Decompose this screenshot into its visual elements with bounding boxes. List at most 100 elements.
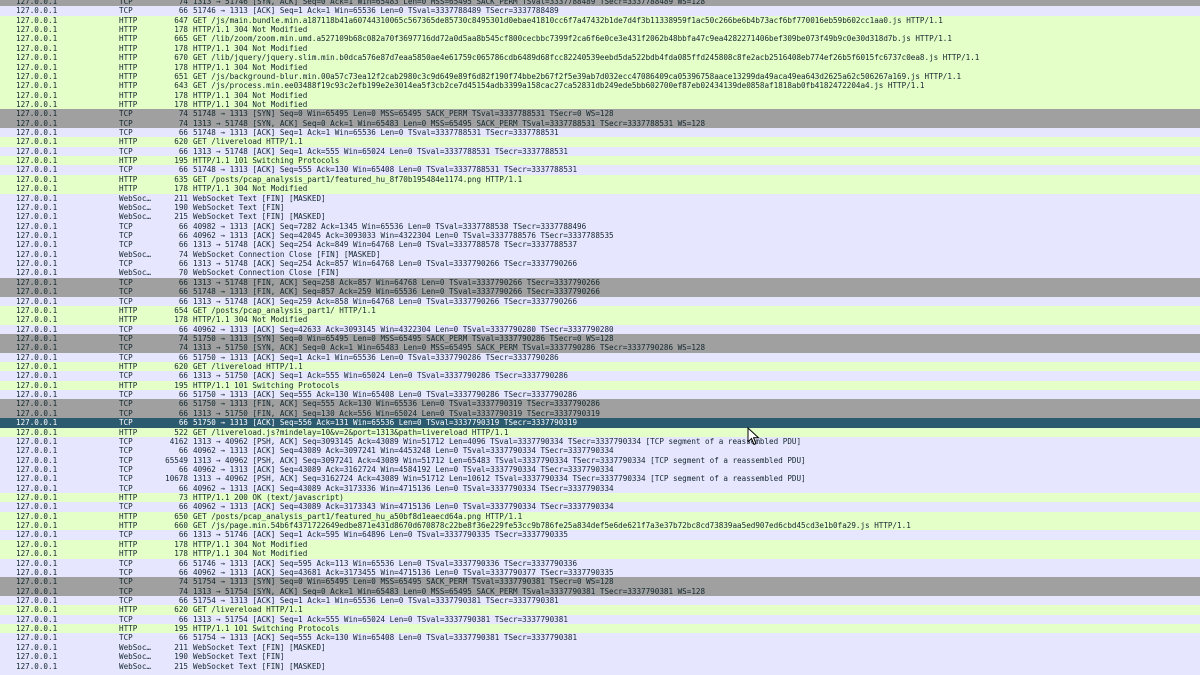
packet-row[interactable]: 127.0.0.1 TCP 74 51754 → 1313 [SYN] Seq=0 W… xyxy=(0,577,1200,587)
packet-row[interactable]: 127.0.0.1 HTTP 73 HTTP/1.1 200 OK (text/jav… xyxy=(0,493,1200,503)
packet-row[interactable]: 127.0.0.1 HTTP 178 HTTP/1.1 304 Not Modifie… xyxy=(0,90,1200,100)
packet-row[interactable]: 127.0.0.1 TCP 66 1313 → 51748 [ACK] Seq=254… xyxy=(0,259,1200,269)
packet-row[interactable]: 127.0.0.1 TCP 66 40962 → 1313 [ACK] Seq=430… xyxy=(0,464,1200,475)
packet-destination: 127.0.0.1 xyxy=(16,661,58,671)
mouse-pointer-icon xyxy=(747,427,760,446)
packet-row[interactable]: 127.0.0.1 TCP 66 1313 → 51750 [FIN, ACK] Se… xyxy=(0,408,1200,419)
packet-row[interactable]: 127.0.0.1 TCP 66 40962 → 1313 [ACK] Seq=426… xyxy=(0,324,1200,334)
packet-row[interactable]: 127.0.0.1 TCP 66 1313 → 51746 [ACK] Seq=1 A… xyxy=(0,530,1200,540)
packet-length: 178 xyxy=(174,315,188,325)
packet-row[interactable]: 127.0.0.1 TCP 66 40962 → 1313 [ACK] Seq=420… xyxy=(0,230,1200,241)
packet-row[interactable]: 127.0.0.1 HTTP 522 GET /livereload.js?minde… xyxy=(0,427,1200,437)
packet-row[interactable]: 127.0.0.1 TCP 74 51750 → 1313 [SYN] Seq=0 W… xyxy=(0,333,1200,344)
packet-row[interactable]: 127.0.0.1 HTTP 654 GET /posts/pcap_analysis… xyxy=(0,305,1200,316)
packet-row[interactable]: 127.0.0.1 HTTP 178 HTTP/1.1 304 Not Modifie… xyxy=(0,25,1200,35)
packet-protocol: HTTP xyxy=(119,493,138,503)
packet-row[interactable]: 127.0.0.1 TCP 66 40982 → 1313 [ACK] Seq=728… xyxy=(0,221,1200,231)
packet-row[interactable]: 127.0.0.1 TCP 10678 1313 → 40962 [PSH, ACK]… xyxy=(0,474,1200,484)
packet-row[interactable]: 127.0.0.1 HTTP 178 HTTP/1.1 304 Not Modifie… xyxy=(0,99,1200,110)
packet-row[interactable]: 127.0.0.1 HTTP 620 GET /livereload HTTP/1.1 xyxy=(0,605,1200,615)
packet-destination: 127.0.0.1 xyxy=(16,6,58,16)
packet-row[interactable]: 127.0.0.1 HTTP 665 GET /lib/zoom/zoom.min.u… xyxy=(0,34,1200,44)
packet-row[interactable]: 127.0.0.1 TCP 66 51754 → 1313 [ACK] Seq=555… xyxy=(0,633,1200,643)
packet-row[interactable]: 127.0.0.1 WebSoc… 215 WebSocket Text [FIN] … xyxy=(0,661,1200,671)
packet-row[interactable]: 127.0.0.1 TCP 66 51750 → 1313 [FIN, ACK] Se… xyxy=(0,399,1200,409)
packet-row[interactable]: 127.0.0.1 WebSoc… 190 WebSocket Text [FIN] xyxy=(0,202,1200,213)
packet-row[interactable]: 127.0.0.1 TCP 66 51750 → 1313 [ACK] Seq=555… xyxy=(0,390,1200,400)
packet-info: 51754 → 1313 [ACK] Seq=1 Ack=1 Win=65536… xyxy=(193,596,559,605)
packet-row[interactable]: 127.0.0.1 WebSoc… 74 WebSocket Connection C… xyxy=(0,249,1200,260)
packet-info: HTTP/1.1 304 Not Modified xyxy=(193,184,308,194)
packet-destination: 127.0.0.1 xyxy=(16,146,58,156)
packet-length: 66 xyxy=(178,352,188,362)
packet-row[interactable]: 127.0.0.1 TCP 66 51748 → 1313 [ACK] Seq=1 A… xyxy=(0,128,1200,138)
packet-row[interactable]: 127.0.0.1 HTTP 178 HTTP/1.1 304 Not Modifie… xyxy=(0,315,1200,325)
packet-info: 51754 → 1313 [SYN] Seq=0 Win=65495 Len=0… xyxy=(193,577,614,587)
packet-info: HTTP/1.1 101 Switching Protocols xyxy=(193,156,340,166)
packet-row[interactable]: 127.0.0.1 HTTP 178 HTTP/1.1 304 Not Modifie… xyxy=(0,549,1200,559)
packet-row[interactable]: 127.0.0.1 HTTP 178 HTTP/1.1 304 Not Modifie… xyxy=(0,62,1200,72)
packet-list[interactable]: 127.0.0.1 TCP 74 1313 → 51746 [SYN, ACK] Se… xyxy=(0,0,1200,671)
packet-row[interactable]: 127.0.0.1 TCP 66 51750 → 1313 [ACK] Seq=1 A… xyxy=(0,352,1200,363)
packet-protocol: WebSoc… xyxy=(119,249,152,259)
packet-row[interactable]: 127.0.0.1 HTTP 178 HTTP/1.1 304 Not Modifie… xyxy=(0,539,1200,550)
packet-row[interactable]: 127.0.0.1 TCP 66 1313 → 51748 [ACK] Seq=259… xyxy=(0,296,1200,306)
packet-row[interactable]: 127.0.0.1 HTTP 178 HTTP/1.1 304 Not Modifie… xyxy=(0,43,1200,54)
packet-row[interactable]: 127.0.0.1 HTTP 195 HTTP/1.1 101 Switching P… xyxy=(0,156,1200,166)
packet-row[interactable]: 127.0.0.1 WebSoc… 70 WebSocket Connection C… xyxy=(0,268,1200,278)
packet-row[interactable]: 127.0.0.1 HTTP 178 HTTP/1.1 304 Not Modifie… xyxy=(0,184,1200,194)
packet-row[interactable]: 127.0.0.1 HTTP 651 GET /js/background-blur.… xyxy=(0,71,1200,82)
packet-row[interactable]: 127.0.0.1 TCP 74 51748 → 1313 [SYN] Seq=0 W… xyxy=(0,109,1200,119)
packet-protocol: TCP xyxy=(119,333,133,343)
packet-length: 66 xyxy=(178,399,188,409)
packet-row[interactable]: 127.0.0.1 HTTP 620 GET /livereload HTTP/1.1 xyxy=(0,137,1200,147)
packet-row[interactable]: 127.0.0.1 WebSoc… 190 WebSocket Text [FIN] xyxy=(0,652,1200,662)
packet-length: 178 xyxy=(174,25,188,35)
packet-row[interactable]: 127.0.0.1 TCP 74 1313 → 51754 [SYN, ACK] Se… xyxy=(0,586,1200,596)
packet-row[interactable]: 127.0.0.1 HTTP 635 GET /posts/pcap_analysis… xyxy=(0,174,1200,185)
packet-length: 73 xyxy=(178,493,188,503)
packet-row[interactable]: 127.0.0.1 HTTP 670 GET /lib/jquery/jquery.s… xyxy=(0,53,1200,63)
packet-row[interactable]: 127.0.0.1 TCP 66 40962 → 1313 [ACK] Seq=430… xyxy=(0,446,1200,456)
packet-row[interactable]: 127.0.0.1 TCP 66 1313 → 51748 [ACK] Seq=254… xyxy=(0,240,1200,250)
packet-destination: 127.0.0.1 xyxy=(16,202,58,212)
packet-row[interactable]: 127.0.0.1 TCP 66 1313 → 51754 [ACK] Seq=1 A… xyxy=(0,614,1200,625)
packet-row[interactable]: 127.0.0.1 WebSoc… 215 WebSocket Text [FIN] … xyxy=(0,212,1200,222)
packet-protocol: TCP xyxy=(119,343,133,353)
packet-row[interactable]: 127.0.0.1 TCP 66 40962 → 1313 [ACK] Seq=430… xyxy=(0,483,1200,494)
packet-length: 178 xyxy=(174,539,188,549)
packet-protocol: WebSoc… xyxy=(119,652,152,662)
packet-row[interactable]: 127.0.0.1 HTTP 620 GET /livereload HTTP/1.1 xyxy=(0,362,1200,372)
packet-info: 1313 → 51748 [FIN, ACK] Seq=258 Ack=857 … xyxy=(193,277,600,287)
packet-row[interactable]: 127.0.0.1 TCP 66 51746 → 1313 [ACK] Seq=595… xyxy=(0,558,1200,568)
packet-info: GET /livereload HTTP/1.1 xyxy=(193,362,303,372)
packet-row[interactable]: 127.0.0.1 TCP 66 1313 → 51750 [ACK] Seq=1 A… xyxy=(0,371,1200,381)
packet-row[interactable]: 127.0.0.1 HTTP 195 HTTP/1.1 101 Switching P… xyxy=(0,624,1200,634)
packet-length: 660 xyxy=(174,521,188,531)
packet-row[interactable]: 127.0.0.1 TCP 74 1313 → 51750 [SYN, ACK] Se… xyxy=(0,343,1200,353)
packet-row[interactable]: 127.0.0.1 HTTP 195 HTTP/1.1 101 Switching P… xyxy=(0,380,1200,391)
packet-row[interactable]: 127.0.0.1 TCP 66 1313 → 51748 [FIN, ACK] Se… xyxy=(0,277,1200,288)
packet-row[interactable]: 127.0.0.1 WebSoc… 211 WebSocket Text [FIN] … xyxy=(0,642,1200,653)
packet-protocol: TCP xyxy=(119,324,133,334)
packet-row[interactable]: 127.0.0.1 TCP 65549 1313 → 40962 [PSH, ACK]… xyxy=(0,455,1200,465)
packet-row[interactable]: 127.0.0.1 TCP 66 51748 → 1313 [ACK] Seq=555… xyxy=(0,165,1200,175)
packet-row[interactable]: 127.0.0.1 HTTP 660 GET /js/page.min.54b6f43… xyxy=(0,521,1200,531)
packet-info: 40962 → 1313 [ACK] Seq=42633 Ack=3093145… xyxy=(193,324,614,334)
packet-row[interactable]: 127.0.0.1 TCP 66 40962 → 1313 [ACK] Seq=436… xyxy=(0,567,1200,578)
packet-row[interactable]: 127.0.0.1 TCP 66 51746 → 1313 [ACK] Seq=1 A… xyxy=(0,6,1200,16)
packet-destination: 127.0.0.1 xyxy=(16,474,58,484)
packet-row[interactable]: 127.0.0.1 WebSoc… 211 WebSocket Text [FIN] … xyxy=(0,193,1200,203)
packet-protocol: TCP xyxy=(119,221,133,231)
packet-protocol: TCP xyxy=(119,408,133,418)
packet-row[interactable]: 127.0.0.1 TCP 66 51754 → 1313 [ACK] Seq=1 A… xyxy=(0,596,1200,606)
packet-row[interactable]: 127.0.0.1 TCP 66 40962 → 1313 [ACK] Seq=430… xyxy=(0,502,1200,512)
packet-row[interactable]: 127.0.0.1 HTTP 650 GET /posts/pcap_analysis… xyxy=(0,511,1200,522)
packet-row[interactable]: 127.0.0.1 TCP 74 1313 → 51748 [SYN, ACK] Se… xyxy=(0,118,1200,129)
packet-row-selected[interactable]: 127.0.0.1 TCP 66 51750 → 1313 [ACK] Seq=556… xyxy=(0,418,1200,428)
packet-row[interactable]: 127.0.0.1 TCP 66 51748 → 1313 [FIN, ACK] Se… xyxy=(0,287,1200,297)
packet-row[interactable]: 127.0.0.1 TCP 4162 1313 → 40962 [PSH, ACK] … xyxy=(0,436,1200,447)
packet-row[interactable]: 127.0.0.1 TCP 66 1313 → 51748 [ACK] Seq=1 A… xyxy=(0,146,1200,157)
packet-row[interactable]: 127.0.0.1 HTTP 647 GET /js/main.bundle.min.… xyxy=(0,15,1200,26)
packet-row[interactable]: 127.0.0.1 HTTP 643 GET /js/process.min.ee03… xyxy=(0,81,1200,91)
